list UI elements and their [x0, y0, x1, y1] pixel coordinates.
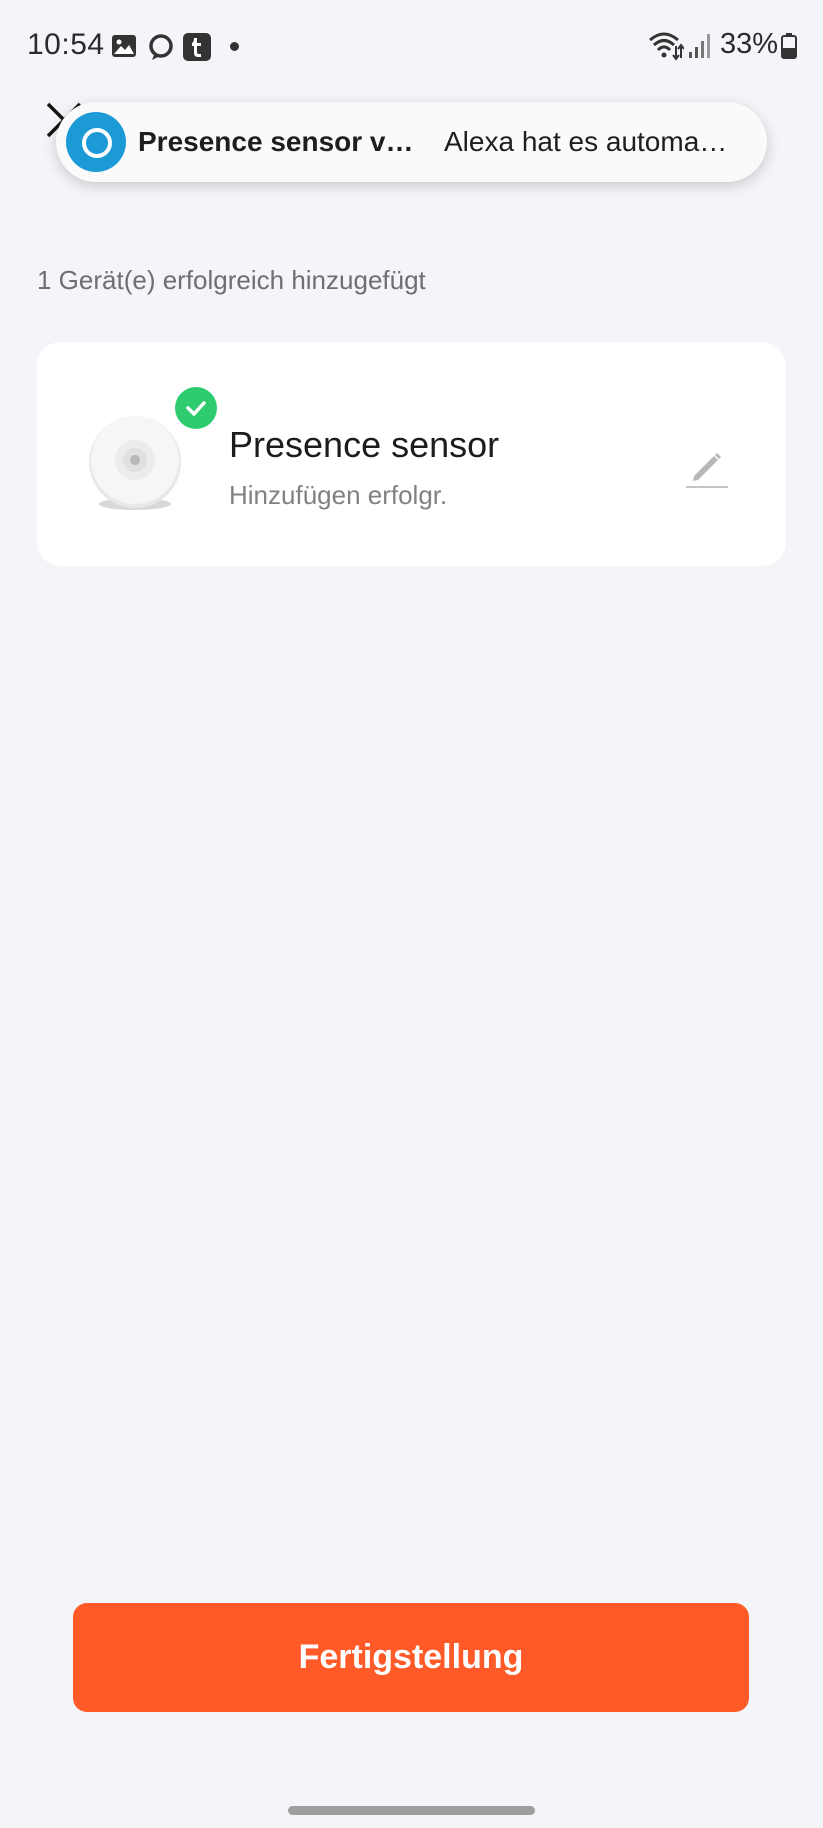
toast-message: Alexa hat es automa… [444, 126, 728, 157]
wifi-icon [648, 30, 685, 67]
presence-sensor-image [87, 412, 183, 516]
gallery-icon [110, 32, 138, 65]
device-status: Hinzufügen erfolgr. [229, 480, 448, 510]
tumblr-icon [182, 32, 212, 67]
toast-title: Presence sensor ve… [138, 126, 428, 157]
devices-added-summary: 1 Gerät(e) erfolgreich hinzugefügt [37, 265, 426, 295]
notification-dot [230, 42, 239, 51]
device-card: Presence sensor Hinzufügen erfolgr. [37, 342, 786, 566]
pencil-icon [686, 453, 728, 488]
finish-button[interactable]: Fertigstellung [73, 1603, 749, 1712]
status-time: 10:54 [27, 28, 105, 61]
home-indicator[interactable] [288, 1806, 535, 1815]
success-check-icon [175, 387, 217, 429]
status-bar: 10:54 33% [0, 0, 823, 92]
alexa-icon [66, 112, 126, 172]
notification-toast[interactable]: Presence sensor ve… Alexa hat es automa… [56, 102, 767, 182]
battery-icon [780, 32, 798, 65]
battery-percentage: 33% [720, 28, 779, 60]
signal-icon [688, 32, 712, 65]
alexa-ring-icon [146, 32, 176, 67]
device-name: Presence sensor [229, 424, 500, 465]
edit-name-button[interactable] [682, 442, 732, 492]
